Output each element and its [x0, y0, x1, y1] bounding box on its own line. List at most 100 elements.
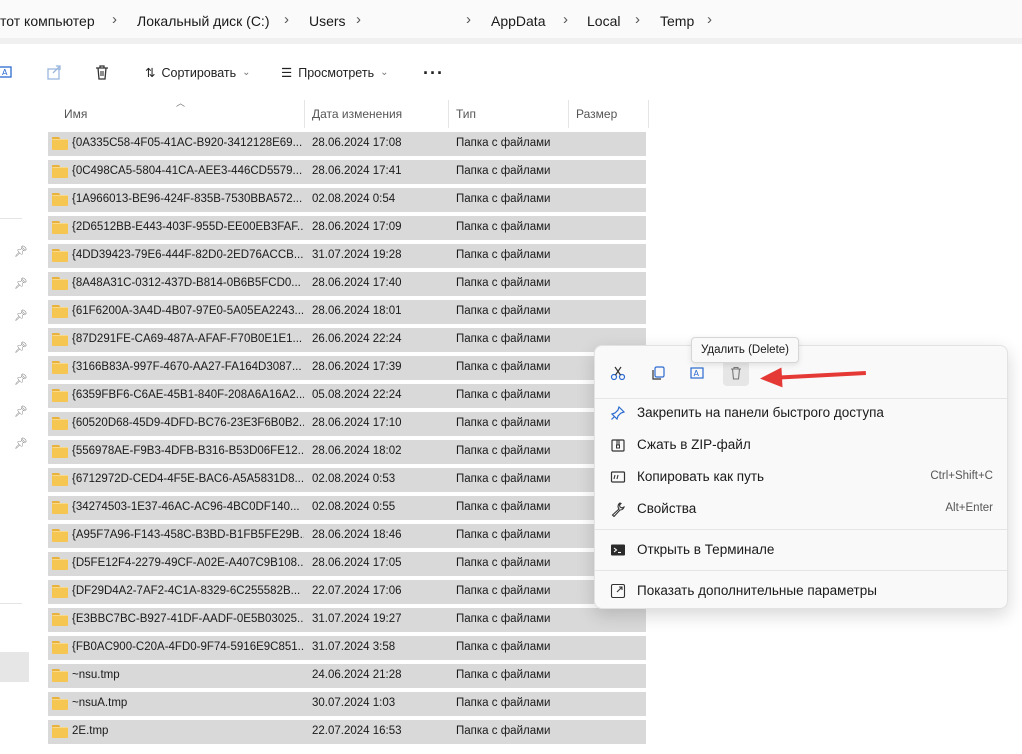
breadcrumb-item-redacted[interactable]	[384, 6, 460, 36]
pin-icon: 📌︎	[14, 406, 28, 418]
row-type: Папка с файлами	[456, 669, 551, 681]
table-row[interactable]: {E3BBC7BC-B927-41DF-AADF-0E5B03025... 31.…	[48, 608, 646, 632]
row-date: 05.08.2024 22:24	[312, 389, 402, 401]
nav-item-selected[interactable]	[0, 652, 29, 682]
table-row[interactable]: {6359FBF6-C6AE-45B1-840F-208A6A16A2... 05…	[48, 384, 646, 408]
table-row[interactable]: {1A966013-BE96-424F-835B-7530BBA572... 02…	[48, 188, 646, 212]
svg-text:A: A	[2, 68, 8, 77]
row-name: 2E.tmp	[72, 725, 109, 737]
copy-icon[interactable]	[645, 360, 671, 386]
row-name: {1A966013-BE96-424F-835B-7530BBA572...	[72, 193, 303, 205]
table-row[interactable]: {87D291FE-CA69-487A-AFAF-F70B0E1E1... 26.…	[48, 328, 646, 352]
breadcrumb-item-this-pc[interactable]: тот компьютер	[0, 13, 95, 29]
table-row[interactable]: {A95F7A96-F143-458C-B3BD-B1FB5FE29B... 28…	[48, 524, 646, 548]
column-header-name[interactable]: Имя	[56, 100, 304, 128]
table-row[interactable]: {8A48A31C-0312-437D-B814-0B6B5FCD0... 28.…	[48, 272, 646, 296]
row-name: {87D291FE-CA69-487A-AFAF-F70B0E1E1...	[72, 333, 303, 345]
view-button[interactable]: ☰ Просмотреть ⌄	[281, 65, 388, 81]
menu-item-label: Показать дополнительные параметры	[637, 583, 877, 598]
pin-icon: 📌︎	[14, 438, 28, 450]
menu-item-shortcut: Alt+Enter	[945, 502, 993, 514]
breadcrumb-separator: ›	[112, 11, 117, 28]
terminal-icon	[609, 541, 627, 559]
row-name: {DF29D4A2-7AF2-4C1A-8329-6C255582B...	[72, 585, 301, 597]
copy-path-icon	[609, 468, 627, 486]
row-type: Папка с файлами	[456, 501, 551, 513]
row-type: Папка с файлами	[456, 529, 551, 541]
menu-item-label: Свойства	[637, 501, 697, 516]
row-name: ~nsu.tmp	[72, 669, 120, 681]
table-row[interactable]: {D5FE12F4-2279-49CF-A02E-A407C9B108... 28…	[48, 552, 646, 576]
breadcrumb-separator: ›	[284, 11, 289, 28]
row-type: Папка с файлами	[456, 249, 551, 261]
row-name: {8A48A31C-0312-437D-B814-0B6B5FCD0...	[72, 277, 301, 289]
delete-tooltip: Удалить (Delete)	[691, 337, 799, 363]
folder-icon	[52, 725, 68, 738]
menu-item-show-more-options[interactable]: Показать дополнительные параметры	[595, 576, 1007, 606]
row-date: 31.07.2024 3:58	[312, 641, 396, 653]
pin-icon: 📌︎	[14, 246, 28, 258]
table-row[interactable]: ~nsuA.tmp 30.07.2024 1:03 Папка с файлами	[48, 692, 646, 716]
row-type: Папка с файлами	[456, 193, 551, 205]
column-header-size[interactable]: Размер	[568, 100, 648, 128]
table-row[interactable]: {2D6512BB-E443-403F-955D-EE00EB3FAF... 28…	[48, 216, 646, 240]
row-type: Папка с файлами	[456, 557, 551, 569]
table-row[interactable]: 2E.tmp 22.07.2024 16:53 Папка с файлами	[48, 720, 646, 744]
breadcrumb-item-temp[interactable]: Temp	[660, 13, 694, 29]
breadcrumb-item-appdata[interactable]: AppData	[491, 13, 545, 29]
trash-icon[interactable]	[92, 62, 112, 82]
row-name: {FB0AC900-C20A-4FD0-9F74-5916E9C851...	[72, 641, 304, 653]
row-date: 28.06.2024 18:46	[312, 529, 402, 541]
folder-icon	[52, 277, 68, 290]
cut-icon[interactable]	[605, 360, 631, 386]
menu-item-open-terminal[interactable]: Открыть в Терминале	[595, 535, 1007, 565]
menu-item-shortcut: Ctrl+Shift+C	[930, 470, 993, 482]
table-row[interactable]: {556978AE-F9B3-4DFB-B316-B53D06FE12... 28…	[48, 440, 646, 464]
row-date: 28.06.2024 17:41	[312, 165, 402, 177]
row-date: 28.06.2024 18:02	[312, 445, 402, 457]
table-row[interactable]: {0A335C58-4F05-41AC-B920-3412128E69... 28…	[48, 132, 646, 156]
table-row[interactable]: {61F6200A-3A4D-4B07-97E0-5A05EA2243... 28…	[48, 300, 646, 324]
folder-icon	[52, 305, 68, 318]
more-options-button[interactable]: ···	[423, 63, 444, 84]
row-type: Папка с файлами	[456, 333, 551, 345]
table-row[interactable]: {FB0AC900-C20A-4FD0-9F74-5916E9C851... 31…	[48, 636, 646, 660]
table-row[interactable]: {DF29D4A2-7AF2-4C1A-8329-6C255582B... 22.…	[48, 580, 646, 604]
row-type: Папка с файлами	[456, 277, 551, 289]
row-name: {0A335C58-4F05-41AC-B920-3412128E69...	[72, 137, 303, 149]
view-label: Просмотреть	[298, 65, 375, 80]
breadcrumb-item-local[interactable]: Local	[587, 13, 620, 29]
wrench-icon	[609, 500, 627, 518]
delete-icon[interactable]	[723, 360, 749, 386]
menu-item-label: Сжать в ZIP-файл	[637, 437, 751, 452]
folder-icon	[52, 501, 68, 514]
menu-item-pin-quick-access[interactable]: Закрепить на панели быстрого доступа	[595, 398, 1007, 428]
table-row[interactable]: {6712972D-CED4-4F5E-BAC6-A5A5831D8... 02.…	[48, 468, 646, 492]
menu-item-properties[interactable]: Свойства Alt+Enter	[595, 494, 1007, 524]
rename-icon[interactable]: A	[0, 62, 16, 82]
menu-item-copy-as-path[interactable]: Копировать как путь Ctrl+Shift+C	[595, 462, 1007, 492]
row-name: {A95F7A96-F143-458C-B3BD-B1FB5FE29B...	[72, 529, 304, 541]
share-icon[interactable]	[45, 62, 65, 82]
table-row[interactable]: {34274503-1E37-46AC-AC96-4BC0DF140... 02.…	[48, 496, 646, 520]
row-date: 28.06.2024 17:05	[312, 557, 402, 569]
table-row[interactable]: {60520D68-45D9-4DFD-BC76-23E3F6B0B2... 28…	[48, 412, 646, 436]
breadcrumb-item-drive-c[interactable]: Локальный диск (C:)	[137, 13, 270, 29]
rename-icon[interactable]: A	[685, 360, 711, 386]
menu-item-label: Копировать как путь	[637, 469, 765, 484]
table-row[interactable]: ~nsu.tmp 24.06.2024 21:28 Папка с файлами	[48, 664, 646, 688]
menu-item-compress-zip[interactable]: Сжать в ZIP-файл	[595, 430, 1007, 460]
navigation-pane: 📌︎ 📌︎ 📌︎ 📌︎ 📌︎ 📌︎ 📌︎	[0, 100, 32, 754]
column-header-date[interactable]: Дата изменения	[304, 100, 448, 128]
row-type: Папка с файлами	[456, 417, 551, 429]
breadcrumb-item-users[interactable]: Users	[309, 13, 346, 29]
table-row[interactable]: {3166B83A-997F-4670-AA27-FA164D3087... 28…	[48, 356, 646, 380]
row-name: {556978AE-F9B3-4DFB-B316-B53D06FE12...	[72, 445, 304, 457]
file-explorer-window: тот компьютер › Локальный диск (C:) › Us…	[0, 0, 1022, 754]
sort-button[interactable]: ⇅ Сортировать ⌄	[145, 65, 251, 81]
table-row[interactable]: {0C498CA5-5804-41CA-AEE3-446CD5579... 28.…	[48, 160, 646, 184]
column-divider[interactable]	[648, 100, 649, 128]
column-header-type[interactable]: Тип	[448, 100, 568, 128]
row-date: 02.08.2024 0:54	[312, 193, 396, 205]
table-row[interactable]: {4DD39423-79E6-444F-82D0-2ED76ACCB... 31.…	[48, 244, 646, 268]
